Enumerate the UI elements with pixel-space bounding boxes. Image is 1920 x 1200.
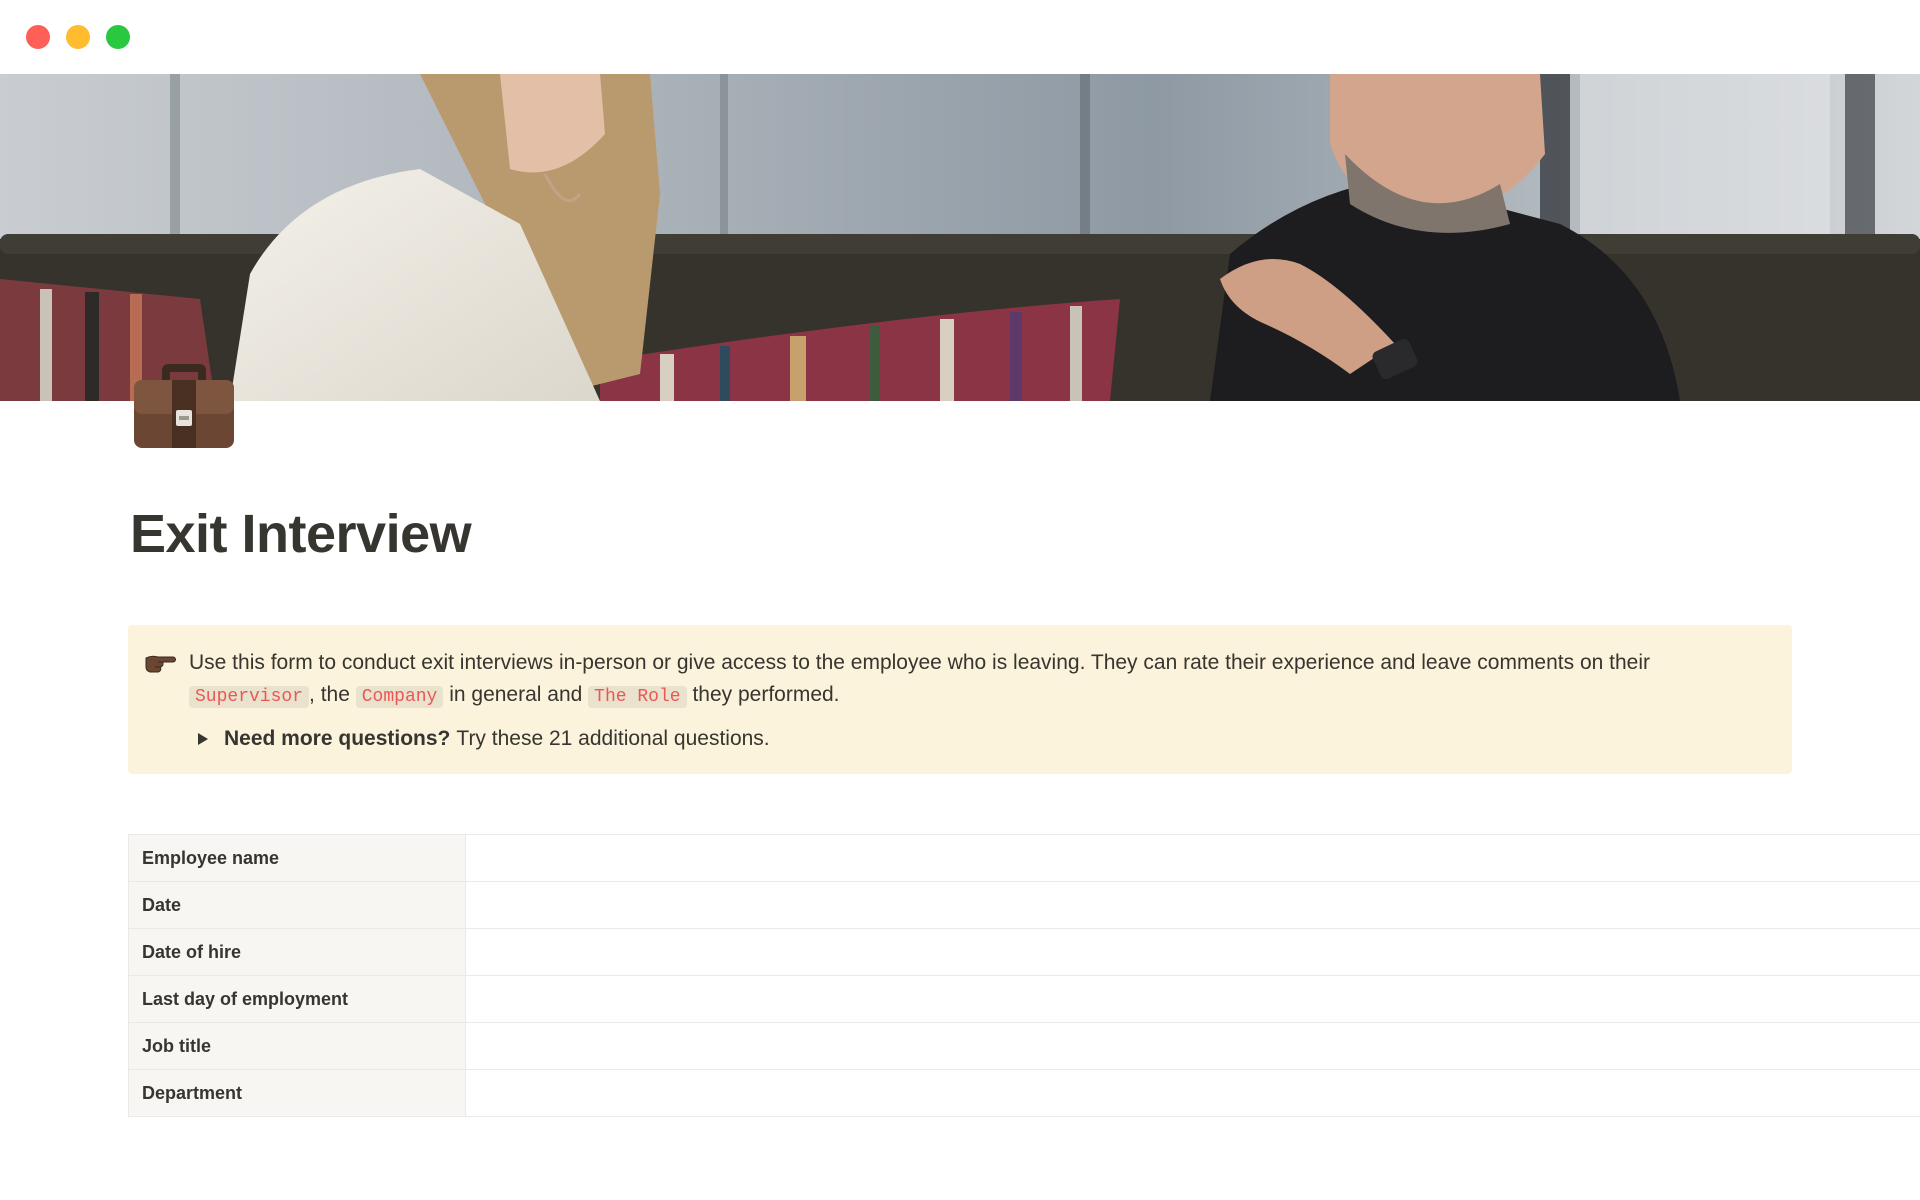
inline-code-company: Company (355, 686, 444, 708)
callout-text-part: Use this form to conduct exit interviews… (189, 651, 1651, 674)
briefcase-icon[interactable] (130, 356, 238, 452)
callout-text-part: they performed. (692, 683, 840, 706)
property-value-job-title[interactable] (466, 1023, 1920, 1069)
minimize-window-button[interactable] (66, 25, 90, 49)
table-row: Job title (128, 1023, 1920, 1070)
pointing-hand-icon[interactable] (144, 649, 176, 675)
zoom-window-button[interactable] (106, 25, 130, 49)
property-value-date[interactable] (466, 882, 1920, 928)
property-value-date-of-hire[interactable] (466, 929, 1920, 975)
window-titlebar (0, 0, 1920, 74)
property-label: Employee name (128, 835, 466, 881)
toggle-triangle-icon[interactable] (198, 733, 208, 745)
property-label: Date (128, 882, 466, 928)
callout-text: Use this form to conduct exit interviews… (189, 647, 1769, 713)
property-value-last-day[interactable] (466, 976, 1920, 1022)
property-label: Date of hire (128, 929, 466, 975)
table-row: Date of hire (128, 929, 1920, 976)
page-title[interactable]: Exit Interview (130, 500, 472, 568)
property-value-employee-name[interactable] (466, 835, 1920, 881)
properties-table: Employee name Date Date of hire Last day… (128, 834, 1920, 1117)
inline-code-supervisor: Supervisor (189, 686, 310, 708)
table-row: Last day of employment (128, 976, 1920, 1023)
inline-code-the-role: The Role (588, 686, 687, 708)
callout-text-part: in general and (449, 683, 583, 706)
callout-block[interactable]: Use this form to conduct exit interviews… (128, 625, 1792, 774)
table-row: Department (128, 1070, 1920, 1117)
page-cover-image[interactable] (0, 74, 1920, 401)
toggle-bold-label: Need more questions? (224, 727, 451, 750)
callout-text-part: , the (309, 683, 350, 706)
property-label: Last day of employment (128, 976, 466, 1022)
property-value-department[interactable] (466, 1070, 1920, 1116)
property-label: Job title (128, 1023, 466, 1069)
toggle-label: Try these 21 additional questions. (456, 727, 770, 750)
property-label: Department (128, 1070, 466, 1116)
toggle-more-questions[interactable]: Need more questions? Try these 21 additi… (194, 724, 770, 754)
close-window-button[interactable] (26, 25, 50, 49)
cover-photo-illustration (0, 74, 1920, 401)
table-row: Date (128, 882, 1920, 929)
table-row: Employee name (128, 835, 1920, 882)
